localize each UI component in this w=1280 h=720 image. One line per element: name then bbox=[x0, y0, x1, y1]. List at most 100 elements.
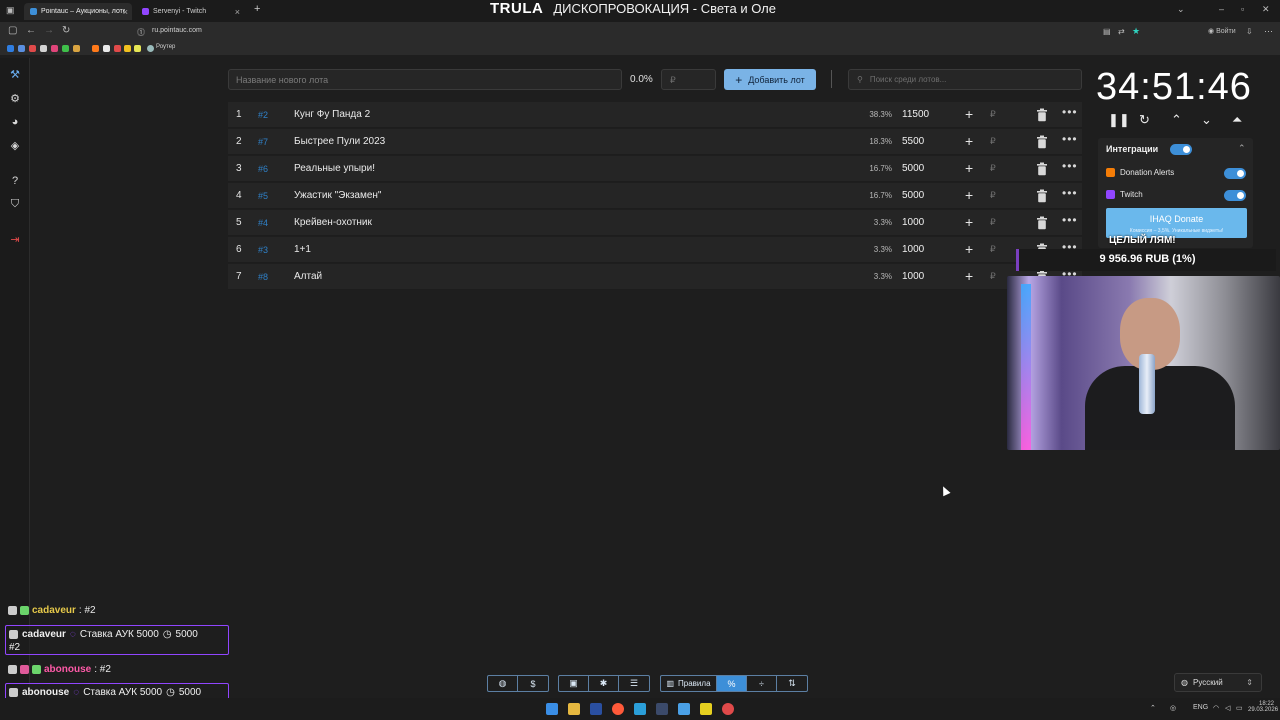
twitch-toggle[interactable] bbox=[1224, 190, 1246, 201]
volume-icon[interactable]: ◁ bbox=[1225, 704, 1230, 712]
ruble-input[interactable]: ₽ bbox=[990, 217, 996, 228]
reset-icon[interactable]: ↻ bbox=[1139, 112, 1150, 128]
minimize-icon[interactable]: – bbox=[1219, 4, 1224, 14]
more-icon[interactable]: ••• bbox=[1062, 186, 1078, 200]
translate-icon[interactable]: ⇄ bbox=[1118, 27, 1125, 36]
layers-icon[interactable]: ◈ bbox=[8, 138, 22, 152]
bookmark-icon[interactable] bbox=[103, 45, 110, 52]
clock[interactable]: 18:22 29.03.2026 bbox=[1248, 701, 1278, 713]
app-icon[interactable] bbox=[700, 703, 712, 715]
sort-icon[interactable]: ⇅ bbox=[777, 676, 807, 691]
downloads-icon[interactable]: ⇩ bbox=[1246, 27, 1253, 36]
shield-icon[interactable]: ⛉ bbox=[8, 197, 22, 211]
new-lot-input[interactable]: Название нового лота bbox=[228, 69, 622, 90]
sidebar-toggle-icon[interactable]: ▢ bbox=[8, 25, 17, 36]
tabs-dropdown-icon[interactable]: ⌄ bbox=[1177, 4, 1185, 15]
ruble-input[interactable]: ₽ bbox=[990, 190, 996, 201]
lot-name[interactable]: Алтай bbox=[294, 271, 322, 282]
tab-twitch[interactable]: Servenyi - Twitch × bbox=[136, 3, 244, 20]
tray-chevron-icon[interactable]: ⌃ bbox=[1150, 704, 1156, 712]
dollar-icon[interactable]: $ bbox=[518, 676, 548, 691]
reload-icon[interactable]: ↻ bbox=[62, 25, 70, 36]
menu-icon[interactable]: ⋯ bbox=[1264, 26, 1273, 37]
new-tab-icon[interactable]: + bbox=[254, 3, 260, 15]
bookmark-icon[interactable] bbox=[134, 45, 141, 52]
chevron-up-icon[interactable]: ⌃ bbox=[1171, 112, 1182, 128]
add-amount-icon[interactable]: + bbox=[965, 268, 973, 284]
lot-name[interactable]: Крейвен-охотник bbox=[294, 217, 372, 228]
more-icon[interactable]: ••• bbox=[1062, 132, 1078, 146]
split-icon[interactable]: ÷ bbox=[747, 676, 777, 691]
steam-icon[interactable] bbox=[656, 703, 668, 715]
add-amount-icon[interactable]: + bbox=[965, 160, 973, 176]
lot-name[interactable]: Кунг Фу Панда 2 bbox=[294, 109, 370, 120]
percent-button[interactable]: % bbox=[717, 676, 747, 691]
bookmark-icon[interactable] bbox=[114, 45, 121, 52]
lot-name[interactable]: Быстрее Пули 2023 bbox=[294, 136, 385, 147]
bookmark-icon[interactable] bbox=[40, 45, 47, 52]
chevron-down-icon[interactable]: ⌄ bbox=[1201, 112, 1212, 128]
help-icon[interactable]: ? bbox=[8, 174, 22, 188]
trash-icon[interactable] bbox=[1036, 162, 1048, 176]
ruble-input[interactable]: ₽ bbox=[990, 163, 996, 174]
trash-icon[interactable] bbox=[1036, 108, 1048, 122]
bookmark-icon[interactable] bbox=[18, 45, 25, 52]
close-icon[interactable]: × bbox=[235, 7, 240, 17]
bookmark-icon[interactable] bbox=[7, 45, 14, 52]
pause-icon[interactable]: ❚❚ bbox=[1108, 112, 1130, 128]
bug-icon[interactable]: ✱ bbox=[589, 676, 619, 691]
more-icon[interactable]: ••• bbox=[1062, 213, 1078, 227]
photoshop-icon[interactable] bbox=[590, 703, 602, 715]
settings-icon[interactable]: ⚙ bbox=[8, 91, 22, 105]
more-icon[interactable]: ••• bbox=[1062, 105, 1078, 119]
ihaq-donate-button[interactable]: IHAQ Donate Комиссия – 3,5%. Уникальные … bbox=[1106, 208, 1247, 238]
telegram-icon[interactable] bbox=[634, 703, 646, 715]
donation-alerts-toggle[interactable] bbox=[1224, 168, 1246, 179]
bookmark-icon[interactable] bbox=[124, 45, 131, 52]
close-window-icon[interactable]: ✕ bbox=[1262, 4, 1270, 15]
bookmark-icon[interactable] bbox=[92, 45, 99, 52]
browser-icon[interactable] bbox=[612, 703, 624, 715]
trash-icon[interactable] bbox=[1036, 135, 1048, 149]
bookmark-icon[interactable] bbox=[51, 45, 58, 52]
tab-actions-icon[interactable]: ▣ bbox=[6, 5, 15, 16]
forward-icon[interactable]: → bbox=[44, 25, 54, 36]
ruble-input[interactable]: ₽ bbox=[990, 136, 996, 147]
logout-icon[interactable]: ⇥ bbox=[8, 232, 22, 246]
trash-icon[interactable] bbox=[1036, 216, 1048, 230]
chevron-up-icon[interactable]: ⌃ bbox=[1238, 143, 1246, 154]
maximize-icon[interactable]: ▫ bbox=[1241, 4, 1244, 14]
add-amount-icon[interactable]: + bbox=[965, 241, 973, 257]
ruble-input[interactable]: ₽ bbox=[990, 244, 996, 255]
add-amount-icon[interactable]: + bbox=[965, 214, 973, 230]
windows-start-icon[interactable] bbox=[546, 703, 558, 715]
add-amount-icon[interactable]: + bbox=[965, 133, 973, 149]
profile-button[interactable]: ◉ Войти bbox=[1208, 27, 1236, 35]
close-icon[interactable]: × bbox=[123, 7, 128, 17]
ruble-input[interactable]: ₽ bbox=[990, 109, 996, 120]
rules-button[interactable]: ▥ Правила bbox=[661, 676, 717, 691]
app-icon[interactable] bbox=[678, 703, 690, 715]
lot-name[interactable]: Ужастик "Экзамен" bbox=[294, 190, 381, 201]
language-select[interactable]: ◍ Русский ⇕ bbox=[1174, 673, 1262, 692]
add-lot-button[interactable]: + Добавить лот bbox=[724, 69, 816, 90]
battery-icon[interactable]: ▭ bbox=[1236, 704, 1243, 712]
bookmark-icon[interactable] bbox=[73, 45, 80, 52]
url-field[interactable]: ru.pointauc.com bbox=[152, 27, 202, 34]
wheel-icon[interactable]: ◕ bbox=[8, 115, 22, 129]
github-icon[interactable]: ◍ bbox=[488, 676, 518, 691]
bookmark-icon[interactable] bbox=[29, 45, 36, 52]
lot-name[interactable]: Реальные упыри! bbox=[294, 163, 375, 174]
list-icon[interactable]: ☰ bbox=[619, 676, 649, 691]
integrations-toggle[interactable] bbox=[1170, 144, 1192, 155]
lot-name[interactable]: 1+1 bbox=[294, 244, 311, 255]
more-icon[interactable]: ••• bbox=[1062, 159, 1078, 173]
star-icon[interactable]: ★ bbox=[1132, 26, 1140, 37]
site-info-icon[interactable]: ⓵ bbox=[137, 27, 145, 38]
tab-pointauc[interactable]: Pointauc – Аукционы, лотереи × bbox=[24, 3, 132, 20]
double-up-icon[interactable]: ⏶ bbox=[1232, 112, 1242, 128]
bookmark-router[interactable]: Роутер bbox=[156, 44, 175, 50]
add-amount-icon[interactable]: + bbox=[965, 106, 973, 122]
auction-icon[interactable]: ⚒ bbox=[8, 67, 22, 81]
tray-app-icon[interactable]: ◎ bbox=[1170, 704, 1176, 712]
